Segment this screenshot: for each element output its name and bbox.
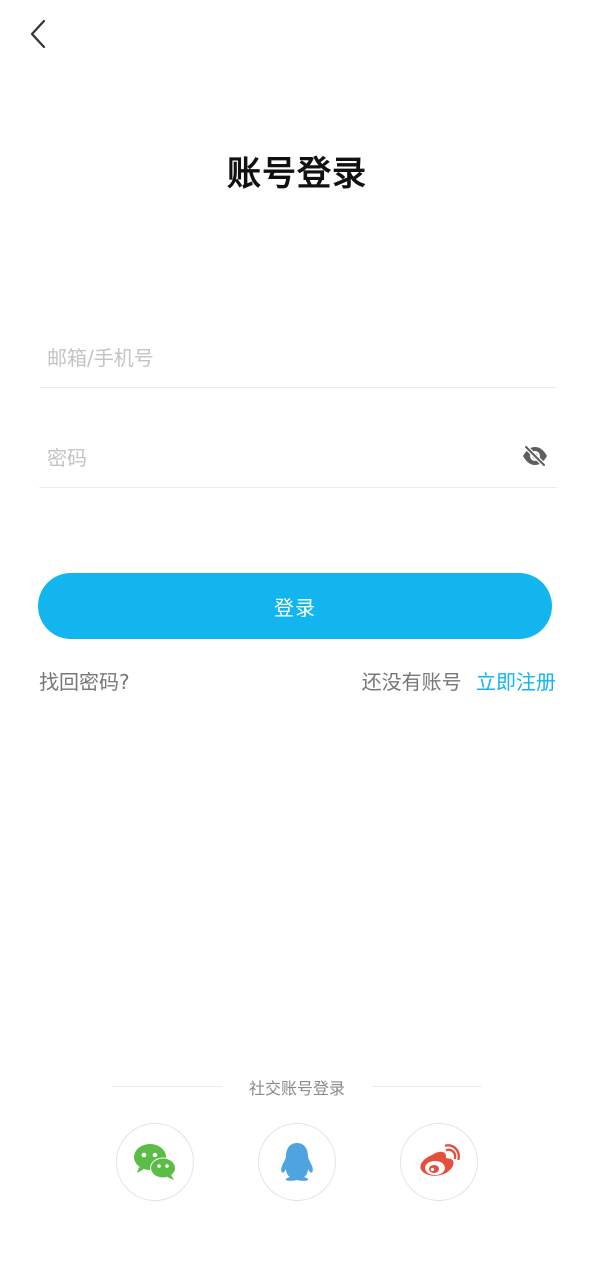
chevron-left-icon bbox=[30, 19, 46, 49]
email-phone-field bbox=[39, 328, 557, 388]
social-login-title: 社交账号登录 bbox=[248, 1079, 345, 1098]
no-account-text: 还没有账号 bbox=[361, 670, 462, 694]
eye-off-icon bbox=[523, 445, 547, 467]
register-link[interactable]: 立即注册 bbox=[476, 670, 556, 694]
password-field bbox=[39, 428, 557, 488]
weibo-login-button[interactable] bbox=[400, 1123, 478, 1201]
wechat-icon bbox=[134, 1144, 176, 1180]
back-button[interactable] bbox=[20, 14, 56, 54]
forgot-password-link[interactable]: 找回密码? bbox=[39, 666, 130, 695]
register-row: 还没有账号 立即注册 bbox=[362, 666, 556, 695]
qq-icon bbox=[281, 1143, 313, 1181]
divider bbox=[372, 1086, 482, 1087]
social-login-header: 社交账号登录 bbox=[112, 1075, 482, 1099]
wechat-login-button[interactable] bbox=[116, 1123, 194, 1201]
weibo-icon bbox=[420, 1144, 460, 1176]
password-input[interactable] bbox=[39, 428, 557, 487]
password-visibility-toggle[interactable] bbox=[521, 442, 549, 470]
email-phone-input[interactable] bbox=[39, 328, 557, 387]
login-button[interactable]: 登录 bbox=[38, 573, 552, 639]
qq-login-button[interactable] bbox=[258, 1123, 336, 1201]
login-screen: 账号登录 登录 找回密码? 还没有账号 立即注册 社交账号登录 bbox=[0, 0, 594, 1280]
page-title: 账号登录 bbox=[227, 154, 367, 194]
